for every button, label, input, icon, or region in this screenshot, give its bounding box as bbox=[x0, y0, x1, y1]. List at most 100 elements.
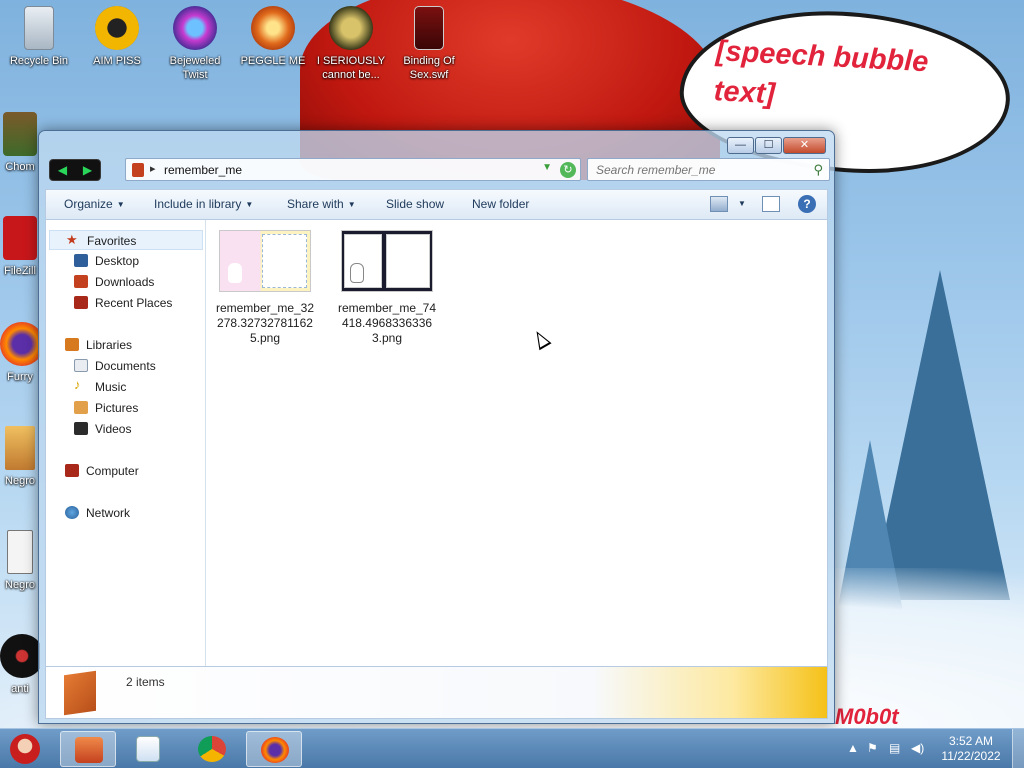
close-button[interactable]: ✕ bbox=[783, 137, 826, 154]
desktop-icon-negro-2[interactable]: Negro bbox=[0, 530, 40, 592]
item-count: 2 items bbox=[126, 675, 165, 689]
search-input[interactable] bbox=[588, 159, 798, 180]
desktop-icon-recycle-bin[interactable]: Recycle Bin bbox=[0, 6, 78, 68]
desktop-icon-label: anti bbox=[11, 683, 29, 695]
maximize-button[interactable]: ☐ bbox=[755, 137, 782, 154]
desktop-icon-i-seriously-cannot-be[interactable]: I SERIOUSLY cannot be... bbox=[312, 6, 390, 82]
nav-item-label: Documents bbox=[95, 359, 156, 373]
share-with-button[interactable]: Share with ▼ bbox=[287, 197, 356, 211]
clock-time: 3:52 AM bbox=[948, 734, 994, 748]
desktop-icon-aim-piss[interactable]: AIM PISS bbox=[78, 6, 156, 68]
search-icon[interactable]: ⚲ bbox=[813, 162, 823, 178]
file-item[interactable]: remember_me_74418.49683363363.png bbox=[337, 230, 437, 346]
desktop-icon-label: Negro bbox=[5, 579, 35, 591]
taskbar-item-media-player[interactable] bbox=[122, 731, 178, 767]
recent-places-icon bbox=[74, 296, 88, 309]
address-dropdown-icon[interactable]: ▼ bbox=[542, 162, 552, 173]
desktop-icon-label: Recycle Bin bbox=[9, 55, 69, 67]
network-icon[interactable]: ▤ bbox=[889, 741, 900, 755]
command-bar: Organize ▼ Include in library ▼ Share with… bbox=[45, 189, 828, 219]
nav-network-label: Network bbox=[86, 506, 131, 520]
chevron-down-icon: ▼ bbox=[738, 199, 746, 208]
document-icon bbox=[7, 530, 33, 574]
desktop-icon-label: Binding Of Sex.swf bbox=[403, 55, 455, 81]
wallpaper-signature: M0b0t bbox=[835, 704, 899, 729]
start-button[interactable] bbox=[4, 732, 46, 766]
nav-computer-label: Computer bbox=[86, 464, 139, 478]
desktop-icon-chom[interactable]: Chom bbox=[0, 112, 40, 174]
desktop-icon-label: Furry bbox=[7, 371, 33, 383]
app-icon bbox=[3, 112, 37, 156]
volume-icon[interactable]: ◀) bbox=[911, 741, 924, 755]
taskbar-item-firefox[interactable] bbox=[246, 731, 302, 767]
desktop-icon-bejeweled-twist[interactable]: Bejeweled Twist bbox=[156, 6, 234, 82]
nav-item-label: Pictures bbox=[95, 401, 139, 415]
back-arrow-icon[interactable]: ◀ bbox=[58, 163, 67, 177]
taskbar-item-explorer[interactable] bbox=[60, 731, 116, 767]
view-options-dropdown[interactable]: ▼ bbox=[734, 196, 746, 210]
chevron-down-icon: ▼ bbox=[245, 200, 254, 209]
bunny-illustration bbox=[350, 263, 364, 283]
music-icon: ♪ bbox=[74, 377, 81, 392]
filezilla-icon bbox=[3, 216, 37, 260]
address-bar[interactable]: ▸ remember_me ▼ ↻ bbox=[125, 158, 581, 181]
action-center-icon[interactable]: ⚑ bbox=[867, 741, 878, 755]
desktop-icon-furry[interactable]: Furry bbox=[0, 322, 40, 384]
navigation-pane: ★ Favorites Desktop Downloads Recent Pla… bbox=[46, 220, 206, 666]
nav-item-label: Videos bbox=[95, 422, 132, 436]
preview-pane-icon[interactable] bbox=[762, 196, 780, 212]
desktop-icon-anti[interactable]: anti bbox=[0, 634, 40, 696]
aim-icon bbox=[95, 6, 139, 50]
pictures-icon bbox=[74, 401, 88, 414]
firefox-icon bbox=[0, 322, 40, 366]
chevron-down-icon: ▼ bbox=[116, 200, 125, 209]
window-caption-buttons: — ☐ ✕ bbox=[727, 137, 826, 154]
image-thumbnail bbox=[219, 230, 311, 292]
explorer-body: ★ Favorites Desktop Downloads Recent Pla… bbox=[45, 219, 828, 667]
videos-icon bbox=[74, 422, 88, 435]
game-icon bbox=[329, 6, 373, 50]
desktop-icon-negro-1[interactable]: Negro bbox=[0, 426, 40, 488]
desktop-icon-label: PEGGLE ME bbox=[240, 55, 306, 67]
show-hidden-icons-button[interactable]: ▲ bbox=[847, 741, 859, 755]
refresh-icon[interactable]: ↻ bbox=[560, 162, 576, 178]
clock[interactable]: 3:52 AM 11/22/2022 bbox=[937, 734, 1005, 764]
help-icon[interactable]: ? bbox=[798, 195, 816, 213]
desktop-icon-binding-of-sex[interactable]: Binding Of Sex.swf bbox=[390, 6, 468, 82]
organize-label: Organize bbox=[64, 197, 113, 211]
search-box[interactable]: ⚲ bbox=[587, 158, 830, 181]
show-desktop-button[interactable] bbox=[1012, 729, 1024, 768]
new-folder-button[interactable]: New folder bbox=[472, 197, 529, 211]
desktop-icon-label: AIM PISS bbox=[93, 55, 141, 67]
bejeweled-icon bbox=[173, 6, 217, 50]
chevron-down-icon: ▼ bbox=[347, 200, 356, 209]
nav-favorites[interactable]: ★ Favorites bbox=[49, 230, 203, 250]
explorer-window[interactable]: — ☐ ✕ ◀ ▶ ▸ remember_me ▼ ↻ ⚲ Organize▼ … bbox=[38, 130, 835, 724]
taskbar-item-chrome[interactable] bbox=[184, 731, 240, 767]
slide-show-button[interactable]: Slide show bbox=[386, 197, 444, 211]
include-in-library-button[interactable]: Include in library ▼ bbox=[154, 197, 253, 211]
forward-arrow-icon[interactable]: ▶ bbox=[83, 163, 92, 177]
nav-favorites-label: Favorites bbox=[87, 234, 137, 248]
change-view-icon[interactable] bbox=[710, 196, 728, 212]
chrome-icon bbox=[198, 736, 226, 762]
breadcrumb-separator[interactable]: ▸ bbox=[150, 162, 156, 175]
star-icon: ★ bbox=[66, 232, 78, 247]
folder-icon bbox=[132, 163, 144, 177]
peggle-icon bbox=[251, 6, 295, 50]
desktop-icon-label: Bejeweled Twist bbox=[169, 55, 221, 81]
flash-icon bbox=[414, 6, 444, 50]
desktop-icon-filezilla[interactable]: FileZill bbox=[0, 216, 40, 278]
breadcrumb-remember-me[interactable]: remember_me bbox=[164, 163, 242, 177]
santa-start-icon bbox=[10, 734, 40, 764]
desktop-icon-peggle-me[interactable]: PEGGLE ME bbox=[234, 6, 312, 68]
nav-item-label: Downloads bbox=[95, 275, 155, 289]
image-thumbnail bbox=[341, 230, 433, 292]
network-icon bbox=[65, 506, 79, 519]
desktop-icon-label: Chom bbox=[5, 161, 35, 173]
bunny-illustration bbox=[228, 263, 242, 283]
file-item[interactable]: remember_me_32278.327327811625.png bbox=[215, 230, 315, 346]
file-list[interactable]: remember_me_32278.327327811625.png remem… bbox=[207, 220, 827, 666]
minimize-button[interactable]: — bbox=[727, 137, 754, 154]
organize-button[interactable]: Organize ▼ bbox=[64, 197, 125, 211]
